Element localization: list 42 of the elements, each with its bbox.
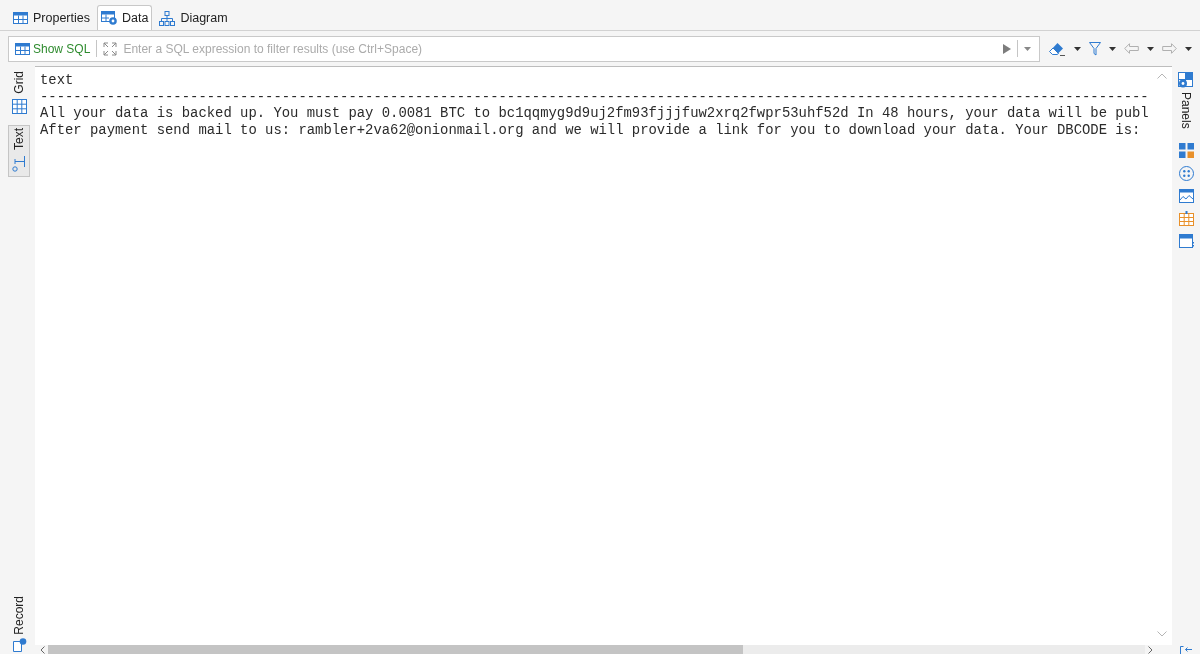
panels-icon (1178, 72, 1194, 88)
table-icon (13, 12, 28, 24)
dotted-circle-icon[interactable] (1178, 165, 1194, 181)
result-text-line: After payment send mail to us: rambler+2va62@onionmail.org and we will provide a link for you to download your data. Your DBCODE is: (40, 122, 1141, 139)
layout-icon[interactable] (1178, 142, 1194, 158)
calendar-icon[interactable] (1178, 210, 1194, 226)
dashed-separator-text: ------------------------------------------------------------------------------------------------------------------------------------- (40, 88, 1149, 106)
scroll-up-icon[interactable] (1157, 73, 1167, 79)
editor-tab[interactable]: Diagram (155, 5, 232, 30)
hierarchy-icon (159, 10, 176, 26)
caret-icon[interactable] (1109, 46, 1116, 51)
caret-icon[interactable] (1185, 46, 1192, 51)
scroll-down-icon[interactable] (1157, 631, 1167, 637)
panels-tab[interactable]: Panels (1178, 72, 1194, 129)
scrollbar-track[interactable] (48, 645, 1145, 654)
record-icon (11, 638, 27, 652)
column-header: text (40, 72, 74, 89)
filter-field[interactable]: Show SQL Enter a SQL expression to filter results (use Ctrl+Space) (8, 35, 1040, 62)
filter-icon[interactable] (1089, 41, 1101, 56)
caret-icon[interactable] (1074, 46, 1081, 51)
result-text-line: All your data is backed up. You must pay 0.0081 BTC to bc1qqmyg9d9uj2fm93fjjjfuw2xrq2fwpr53uhf52d In 48 hours, your data will be publ (40, 105, 1149, 123)
text-icon (12, 154, 26, 172)
scrollbar-thumb[interactable] (48, 645, 743, 654)
eraser-icon[interactable] (1048, 41, 1066, 56)
editor-tab[interactable]: Data (97, 5, 153, 30)
window-icon[interactable] (1178, 233, 1194, 249)
sql-filter-input[interactable]: Enter a SQL expression to filter results (use Ctrl+Space) (123, 39, 995, 58)
scroll-right-icon[interactable] (1148, 645, 1153, 654)
table-badge-icon (101, 11, 117, 25)
editor-tab[interactable]: Properties (9, 5, 94, 30)
bracket-arrow-icon[interactable] (1179, 646, 1193, 654)
caret-icon[interactable] (1147, 46, 1154, 51)
show-sql-button[interactable]: Show SQL (15, 41, 91, 56)
play-icon[interactable] (1003, 43, 1011, 54)
table-icon (15, 42, 30, 55)
image-icon[interactable] (1178, 188, 1194, 203)
view-tab[interactable]: Grid (8, 68, 30, 119)
view-tab[interactable]: Text (8, 124, 30, 177)
expand-icon[interactable] (103, 41, 118, 56)
scroll-left-icon[interactable] (40, 645, 45, 654)
record-tab[interactable]: Record (8, 595, 30, 654)
grid-icon (11, 98, 27, 114)
